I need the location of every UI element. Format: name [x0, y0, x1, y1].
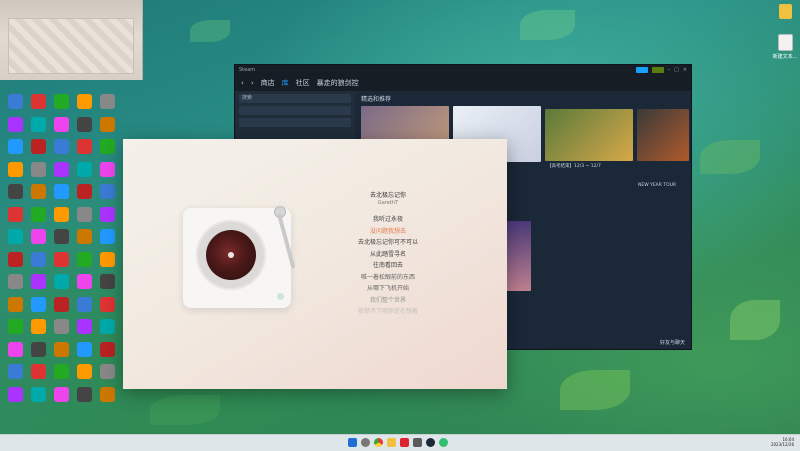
friends-chat-label[interactable]: 好友与聊天 [660, 339, 685, 346]
lyric-line: 从哪下飞机开始 [366, 285, 409, 292]
wallpaper-leaf [730, 300, 780, 340]
capsule-caption-news: 【高考结束】12/3 ~ 12/7 [547, 164, 601, 169]
record-indicator-icon[interactable] [277, 293, 284, 300]
close-icon[interactable]: × [683, 67, 687, 73]
app-icon[interactable] [413, 438, 422, 447]
maximize-icon[interactable]: □ [674, 67, 679, 73]
clock-date: 2023/12/26 [770, 442, 794, 447]
steam-wallet-button[interactable] [651, 67, 664, 73]
webcam-floor [8, 18, 134, 74]
lyric-line: 我们整个世界 [369, 296, 406, 304]
desktop-shortcut-icon[interactable] [94, 161, 120, 177]
music-app-icon[interactable] [439, 438, 448, 447]
desktop-shortcut-icon[interactable] [94, 364, 120, 379]
featured-capsule[interactable] [637, 109, 689, 161]
desktop-shortcut-icon[interactable] [94, 274, 120, 289]
steam-title: Steam [239, 67, 256, 73]
library-filter[interactable] [239, 106, 351, 115]
featured-capsule[interactable] [545, 109, 633, 161]
turntable-card [183, 206, 296, 308]
lyric-line: 唯一着松眼前的东西 [360, 273, 415, 281]
menu-library[interactable]: 库 [282, 78, 289, 88]
app-icon[interactable] [400, 438, 409, 447]
tonearm-icon [277, 213, 296, 269]
lyric-line: 我听过永夜 [372, 216, 403, 223]
menu-store[interactable]: 商店 [261, 78, 275, 88]
menu-community[interactable]: 社区 [296, 78, 310, 88]
webcam-preview [0, 0, 143, 80]
featured-label: 精选和推荐 [361, 96, 392, 103]
chrome-icon[interactable] [374, 438, 383, 447]
wallpaper-leaf [560, 370, 630, 410]
desktop-shortcut-icon[interactable] [94, 251, 120, 267]
text-file-icon[interactable]: 新建文本... [770, 34, 800, 60]
desktop-shortcut-icon[interactable] [94, 319, 120, 334]
forward-icon[interactable]: › [251, 79, 254, 87]
desktop-shortcut-icon[interactable] [94, 386, 120, 402]
system-clock[interactable]: 16:04 2023/12/26 [771, 437, 794, 447]
desktop-shortcut-icon[interactable] [94, 116, 120, 132]
vinyl-disc[interactable] [196, 220, 266, 290]
music-player-window[interactable]: 去北极忘记你 GarethT 我听过永夜 没问题我想去 去北极忘记你可不可以 从… [123, 139, 507, 389]
lyrics-panel: 去北极忘记你 GarethT 我听过永夜 没问题我想去 去北极忘记你可不可以 从… [323, 190, 453, 318]
lyric-line: 往南看回去 [372, 262, 403, 269]
lyric-line: 依然不下雨你还在想着 [357, 308, 418, 315]
wallpaper-leaf [700, 140, 760, 174]
wallpaper-leaf [190, 20, 230, 42]
wallpaper-leaf [150, 395, 220, 425]
desktop-shortcut-icon[interactable] [94, 94, 120, 109]
desktop-shortcut-icon[interactable] [94, 206, 120, 222]
minimize-icon[interactable]: – [668, 67, 671, 73]
start-icon[interactable] [348, 438, 357, 447]
desktop-shortcut-icon[interactable] [94, 296, 120, 312]
search-icon[interactable] [361, 438, 370, 447]
desktop-shortcut-icon[interactable] [94, 139, 120, 154]
desktop-shortcut-icon[interactable] [94, 341, 120, 357]
lyric-line-current: 没问题我想去 [369, 227, 406, 235]
back-icon[interactable]: ‹ [241, 79, 244, 87]
wallpaper-leaf [520, 10, 575, 40]
steam-titlebar: Steam – □ × [235, 65, 691, 75]
steam-menu: ‹ › 商店 库 社区 暴走的狼剑控 [235, 75, 691, 91]
folder-icon[interactable] [770, 4, 800, 21]
steam-icon[interactable] [426, 438, 435, 447]
capsule-caption-newyear: NEW YEAR TOUR [638, 183, 677, 188]
disc-hole [228, 252, 234, 258]
taskbar: 16:04 2023/12/26 [0, 434, 800, 451]
menu-profile[interactable]: 暴走的狼剑控 [317, 78, 359, 88]
steam-notify-button[interactable] [635, 67, 648, 73]
lyric-line: 去北极忘记你可不可以 [357, 239, 418, 246]
library-search-field[interactable] [239, 118, 351, 127]
desktop-shortcut-icon[interactable] [94, 184, 120, 199]
library-search[interactable]: 搜索 [239, 94, 351, 103]
desktop-shortcut-icon[interactable] [94, 229, 120, 244]
song-title: 去北极忘记你 [369, 192, 406, 199]
file-explorer-icon[interactable] [387, 438, 396, 447]
lyric-line: 从此踏雪寻名 [369, 250, 406, 258]
song-artist: GarethT [377, 200, 399, 206]
